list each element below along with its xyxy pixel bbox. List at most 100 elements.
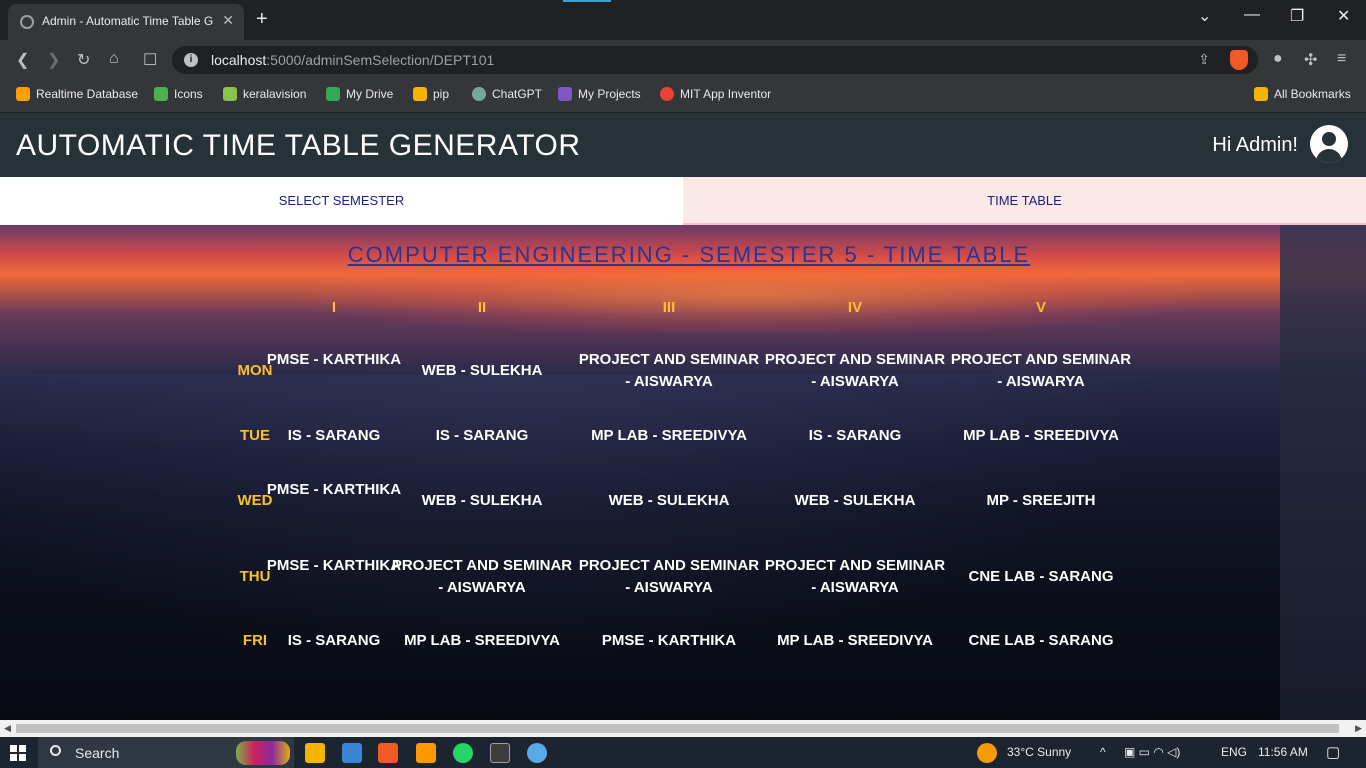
account-icon[interactable] [1310, 125, 1348, 163]
bookmark-icon[interactable]: ☐ [143, 50, 157, 70]
tab-search-icon[interactable]: ⌄ [1198, 6, 1211, 26]
weather-sun-icon[interactable] [977, 743, 997, 763]
bookmark-item[interactable]: MIT App Inventor [660, 87, 771, 101]
bookmark-item[interactable]: Realtime Database [16, 87, 138, 101]
timetable-cell: MP LAB - SREEDIVYA [963, 427, 1119, 444]
tab-select-semester[interactable]: SELECT SEMESTER [0, 177, 683, 225]
keralavision-icon [223, 87, 237, 101]
timetable-cell: PROJECT AND SEMINAR - AISWARYA [391, 557, 573, 596]
file-explorer-icon[interactable] [305, 743, 325, 763]
timetable-grid: I II III IV V MON PMSE - KARTHIKA WEB - … [0, 225, 1280, 720]
minimize-button[interactable]: — [1244, 6, 1260, 24]
clock[interactable]: 11:56 AM [1258, 745, 1308, 759]
address-bar[interactable]: i localhost:5000/adminSemSelection/DEPT1… [172, 46, 1258, 74]
share-icon[interactable]: ⇪ [1198, 51, 1210, 68]
bookmark-item[interactable]: My Drive [326, 87, 393, 101]
back-icon[interactable]: ❮ [16, 50, 29, 70]
timetable-cell: WEB - SULEKHA [608, 492, 730, 509]
projects-icon [558, 87, 572, 101]
folder-icon [413, 87, 427, 101]
menu-icon[interactable]: ≡ [1337, 50, 1346, 68]
taskbar: Search 33°C Sunny ^ ▣ ▭ ◠ ◁) ENG 11:56 A… [0, 737, 1366, 768]
bookmark-item[interactable]: Icons [154, 87, 203, 101]
close-tab-icon[interactable]: ✕ [222, 12, 234, 29]
browser-tab-strip: Admin - Automatic Time Table G ✕ + ⌄ — ❐… [0, 0, 1366, 40]
timetable-cell: MP LAB - SREEDIVYA [591, 427, 747, 444]
forward-icon[interactable]: ❯ [47, 50, 60, 70]
site-info-icon[interactable]: i [184, 53, 198, 67]
extensions-icon[interactable]: ✣ [1304, 50, 1317, 70]
timetable-cell: CNE LAB - SARANG [968, 568, 1114, 585]
timetable-cell: WEB - SULEKHA [794, 492, 916, 509]
bookmark-item[interactable]: ChatGPT [472, 87, 542, 101]
timetable-cell: PROJECT AND SEMINAR - AISWARYA [578, 351, 760, 390]
bookmarks-bar: Realtime Database Icons keralavision My … [0, 80, 1366, 113]
timetable-cell: PROJECT AND SEMINAR - AISWARYA [950, 351, 1132, 390]
taskbar-search[interactable]: Search [38, 737, 294, 768]
wallet-icon[interactable]: ● [1273, 50, 1283, 68]
timetable-cell: WEB - SULEKHA [421, 492, 543, 509]
keyboard-app-icon[interactable] [342, 743, 362, 763]
weather-text[interactable]: 33°C Sunny [1007, 745, 1071, 759]
period-header: II [477, 299, 487, 316]
drive-icon [326, 87, 340, 101]
scrollbar-thumb[interactable] [16, 724, 1339, 733]
notifications-icon[interactable]: ▢ [1326, 743, 1340, 761]
sublime-text-icon[interactable] [416, 743, 436, 763]
nav-tabs: SELECT SEMESTER TIME TABLE [0, 177, 1366, 225]
windows-start-icon[interactable] [10, 745, 26, 761]
url-text[interactable]: localhost:5000/adminSemSelection/DEPT101 [211, 52, 494, 68]
app-icon[interactable] [527, 743, 547, 763]
horizontal-scrollbar[interactable]: ◀ ▶ [0, 720, 1366, 737]
language-indicator[interactable]: ENG [1221, 745, 1247, 759]
brave-browser-icon[interactable] [378, 743, 398, 763]
search-icon [50, 745, 61, 756]
timetable-cell: IS - SARANG [435, 427, 529, 444]
search-label: Search [75, 745, 120, 761]
all-bookmarks[interactable]: All Bookmarks [1254, 87, 1351, 101]
bookmark-item[interactable]: pip [413, 87, 449, 101]
timetable-cell: IS - SARANG [808, 427, 902, 444]
period-header: III [662, 299, 676, 316]
whatsapp-icon[interactable] [453, 743, 473, 763]
timetable-cell: PROJECT AND SEMINAR - AISWARYA [764, 351, 946, 390]
close-window-button[interactable]: ✕ [1337, 6, 1350, 26]
chatgpt-icon [472, 87, 486, 101]
brave-shield-icon[interactable] [1230, 50, 1248, 70]
timetable-cell: MP LAB - SREEDIVYA [404, 632, 560, 649]
timetable-cell: MP - SREEJITH [986, 492, 1096, 509]
timetable-cell: MP LAB - SREEDIVYA [777, 632, 933, 649]
new-tab-button[interactable]: + [256, 8, 268, 31]
timetable-cell: PROJECT AND SEMINAR - AISWARYA [578, 557, 760, 596]
search-highlight-icon [236, 741, 290, 765]
app-header: AUTOMATIC TIME TABLE GENERATOR Hi Admin! [0, 113, 1366, 177]
folder-icon [1254, 87, 1268, 101]
firebase-icon [16, 87, 30, 101]
browser-toolbar: ❮ ❯ ↻ ⌂ ☐ i localhost:5000/adminSemSelec… [0, 40, 1366, 80]
browser-tab-active[interactable]: Admin - Automatic Time Table G ✕ [8, 4, 244, 40]
google-icon [660, 87, 674, 101]
home-icon[interactable]: ⌂ [109, 50, 119, 68]
bookmark-item[interactable]: My Projects [558, 87, 641, 101]
tab-time-table[interactable]: TIME TABLE [683, 177, 1366, 225]
timetable-cell: WEB - SULEKHA [421, 362, 543, 379]
scroll-left-icon[interactable]: ◀ [4, 723, 11, 734]
icons-icon [154, 87, 168, 101]
show-hidden-icons-icon[interactable]: ^ [1100, 745, 1106, 759]
greeting: Hi Admin! [1212, 134, 1298, 156]
reload-icon[interactable]: ↻ [77, 50, 90, 70]
terminal-icon[interactable] [490, 743, 510, 763]
bookmark-item[interactable]: keralavision [223, 87, 306, 101]
scroll-right-icon[interactable]: ▶ [1355, 723, 1362, 734]
tab-accent-line [563, 0, 611, 2]
app-title: AUTOMATIC TIME TABLE GENERATOR [16, 129, 581, 162]
period-header: V [1035, 299, 1046, 316]
timetable-section: COMPUTER ENGINEERING - SEMESTER 5 - TIME… [0, 225, 1366, 720]
background-edge [1280, 225, 1366, 720]
timetable-cell: PROJECT AND SEMINAR - AISWARYA [764, 557, 946, 596]
timetable-cell: CNE LAB - SARANG [968, 632, 1114, 649]
maximize-button[interactable]: ❐ [1290, 6, 1304, 26]
system-tray-icons[interactable]: ▣ ▭ ◠ ◁) [1124, 745, 1180, 759]
tab-title: Admin - Automatic Time Table G [42, 14, 214, 28]
timetable-cell: PMSE - KARTHIKA [601, 632, 737, 649]
